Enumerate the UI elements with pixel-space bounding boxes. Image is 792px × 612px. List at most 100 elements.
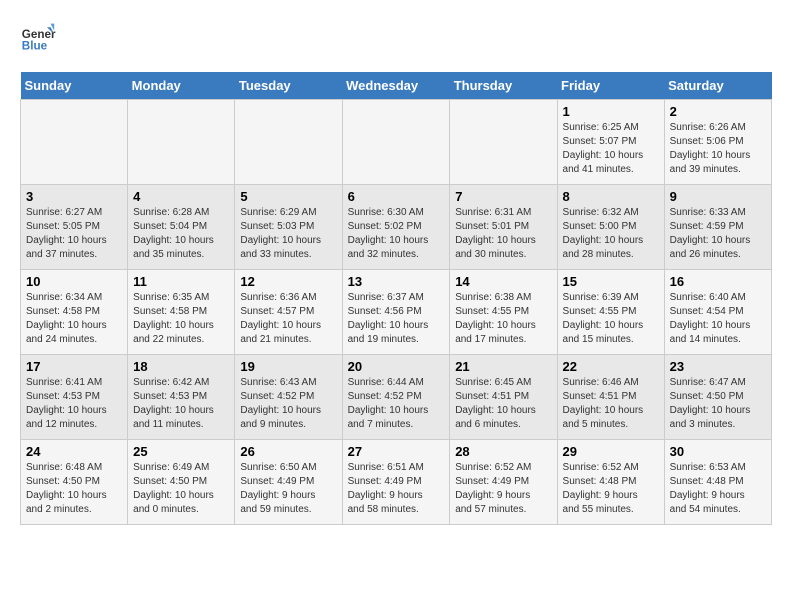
calendar-week-row: 17 Sunrise: 6:41 AM Sunset: 4:53 PM Dayli… — [21, 355, 772, 440]
calendar-cell: 20 Sunrise: 6:44 AM Sunset: 4:52 PM Dayli… — [342, 355, 450, 440]
logo: General Blue — [20, 20, 56, 56]
day-number: 18 — [133, 359, 229, 374]
day-number: 24 — [26, 444, 122, 459]
day-detail: Sunrise: 6:29 AM Sunset: 5:03 PM Dayligh… — [240, 206, 336, 262]
day-detail: Sunrise: 6:51 AM Sunset: 4:49 PM Dayligh… — [348, 461, 445, 517]
day-detail: Sunrise: 6:36 AM Sunset: 4:57 PM Dayligh… — [240, 291, 336, 347]
weekday-header-friday: Friday — [557, 72, 664, 100]
calendar-cell: 4 Sunrise: 6:28 AM Sunset: 5:04 PM Daylig… — [128, 185, 235, 270]
calendar-week-row: 1 Sunrise: 6:25 AM Sunset: 5:07 PM Daylig… — [21, 100, 772, 185]
day-number: 8 — [563, 189, 659, 204]
day-detail: Sunrise: 6:33 AM Sunset: 4:59 PM Dayligh… — [670, 206, 766, 262]
calendar-cell — [128, 100, 235, 185]
calendar-cell: 11 Sunrise: 6:35 AM Sunset: 4:58 PM Dayli… — [128, 270, 235, 355]
calendar-cell: 15Sunrise: 6:39 AM Sunset: 4:55 PM Dayli… — [557, 270, 664, 355]
day-detail: Sunrise: 6:46 AM Sunset: 4:51 PM Dayligh… — [563, 376, 659, 432]
day-number: 23 — [670, 359, 766, 374]
day-detail: Sunrise: 6:30 AM Sunset: 5:02 PM Dayligh… — [348, 206, 445, 262]
day-number: 20 — [348, 359, 445, 374]
day-number: 13 — [348, 274, 445, 289]
calendar-cell: 23 Sunrise: 6:47 AM Sunset: 4:50 PM Dayli… — [664, 355, 771, 440]
day-number: 3 — [26, 189, 122, 204]
day-number: 12 — [240, 274, 336, 289]
weekday-header-sunday: Sunday — [21, 72, 128, 100]
logo-icon: General Blue — [20, 20, 56, 56]
day-number: 7 — [455, 189, 551, 204]
weekday-header-monday: Monday — [128, 72, 235, 100]
day-number: 16 — [670, 274, 766, 289]
calendar-cell: 10 Sunrise: 6:34 AM Sunset: 4:58 PM Dayli… — [21, 270, 128, 355]
day-number: 27 — [348, 444, 445, 459]
calendar-table: SundayMondayTuesdayWednesdayThursdayFrid… — [20, 72, 772, 525]
day-detail: Sunrise: 6:47 AM Sunset: 4:50 PM Dayligh… — [670, 376, 766, 432]
day-detail: Sunrise: 6:38 AM Sunset: 4:55 PM Dayligh… — [455, 291, 551, 347]
calendar-cell: 25 Sunrise: 6:49 AM Sunset: 4:50 PM Dayli… — [128, 440, 235, 525]
calendar-cell: 16 Sunrise: 6:40 AM Sunset: 4:54 PM Dayli… — [664, 270, 771, 355]
calendar-cell — [21, 100, 128, 185]
day-number: 29 — [563, 444, 659, 459]
day-detail: Sunrise: 6:34 AM Sunset: 4:58 PM Dayligh… — [26, 291, 122, 347]
day-detail: Sunrise: 6:50 AM Sunset: 4:49 PM Dayligh… — [240, 461, 336, 517]
day-number: 1 — [563, 104, 659, 119]
day-detail: Sunrise: 6:44 AM Sunset: 4:52 PM Dayligh… — [348, 376, 445, 432]
day-number: 9 — [670, 189, 766, 204]
calendar-cell: 7 Sunrise: 6:31 AM Sunset: 5:01 PM Daylig… — [450, 185, 557, 270]
calendar-cell: 24 Sunrise: 6:48 AM Sunset: 4:50 PM Dayli… — [21, 440, 128, 525]
calendar-cell: 13 Sunrise: 6:37 AM Sunset: 4:56 PM Dayli… — [342, 270, 450, 355]
day-number: 30 — [670, 444, 766, 459]
day-number: 5 — [240, 189, 336, 204]
calendar-cell: 6Sunrise: 6:30 AM Sunset: 5:02 PM Daylig… — [342, 185, 450, 270]
day-number: 14 — [455, 274, 551, 289]
day-detail: Sunrise: 6:45 AM Sunset: 4:51 PM Dayligh… — [455, 376, 551, 432]
day-number: 25 — [133, 444, 229, 459]
calendar-week-row: 3 Sunrise: 6:27 AM Sunset: 5:05 PM Daylig… — [21, 185, 772, 270]
calendar-cell: 1 Sunrise: 6:25 AM Sunset: 5:07 PM Daylig… — [557, 100, 664, 185]
day-number: 2 — [670, 104, 766, 119]
calendar-cell: 3 Sunrise: 6:27 AM Sunset: 5:05 PM Daylig… — [21, 185, 128, 270]
day-number: 4 — [133, 189, 229, 204]
calendar-cell: 5 Sunrise: 6:29 AM Sunset: 5:03 PM Daylig… — [235, 185, 342, 270]
calendar-cell: 26 Sunrise: 6:50 AM Sunset: 4:49 PM Dayli… — [235, 440, 342, 525]
calendar-cell: 27 Sunrise: 6:51 AM Sunset: 4:49 PM Dayli… — [342, 440, 450, 525]
day-detail: Sunrise: 6:53 AM Sunset: 4:48 PM Dayligh… — [670, 461, 766, 517]
calendar-cell — [235, 100, 342, 185]
calendar-cell: 21 Sunrise: 6:45 AM Sunset: 4:51 PM Dayli… — [450, 355, 557, 440]
day-detail: Sunrise: 6:27 AM Sunset: 5:05 PM Dayligh… — [26, 206, 122, 262]
day-detail: Sunrise: 6:37 AM Sunset: 4:56 PM Dayligh… — [348, 291, 445, 347]
calendar-cell — [342, 100, 450, 185]
day-detail: Sunrise: 6:42 AM Sunset: 4:53 PM Dayligh… — [133, 376, 229, 432]
weekday-header-row: SundayMondayTuesdayWednesdayThursdayFrid… — [21, 72, 772, 100]
calendar-cell: 17 Sunrise: 6:41 AM Sunset: 4:53 PM Dayli… — [21, 355, 128, 440]
day-detail: Sunrise: 6:31 AM Sunset: 5:01 PM Dayligh… — [455, 206, 551, 262]
day-number: 11 — [133, 274, 229, 289]
weekday-header-tuesday: Tuesday — [235, 72, 342, 100]
calendar-cell: 30 Sunrise: 6:53 AM Sunset: 4:48 PM Dayli… — [664, 440, 771, 525]
calendar-week-row: 24 Sunrise: 6:48 AM Sunset: 4:50 PM Dayli… — [21, 440, 772, 525]
day-detail: Sunrise: 6:49 AM Sunset: 4:50 PM Dayligh… — [133, 461, 229, 517]
calendar-week-row: 10 Sunrise: 6:34 AM Sunset: 4:58 PM Dayli… — [21, 270, 772, 355]
calendar-cell: 28Sunrise: 6:52 AM Sunset: 4:49 PM Dayli… — [450, 440, 557, 525]
day-number: 21 — [455, 359, 551, 374]
day-number: 17 — [26, 359, 122, 374]
calendar-cell: 8 Sunrise: 6:32 AM Sunset: 5:00 PM Daylig… — [557, 185, 664, 270]
day-number: 19 — [240, 359, 336, 374]
day-detail: Sunrise: 6:48 AM Sunset: 4:50 PM Dayligh… — [26, 461, 122, 517]
svg-text:Blue: Blue — [22, 40, 48, 53]
calendar-cell: 14 Sunrise: 6:38 AM Sunset: 4:55 PM Dayli… — [450, 270, 557, 355]
weekday-header-saturday: Saturday — [664, 72, 771, 100]
day-detail: Sunrise: 6:41 AM Sunset: 4:53 PM Dayligh… — [26, 376, 122, 432]
day-detail: Sunrise: 6:39 AM Sunset: 4:55 PM Dayligh… — [563, 291, 659, 347]
calendar-cell: 29Sunrise: 6:52 AM Sunset: 4:48 PM Dayli… — [557, 440, 664, 525]
day-detail: Sunrise: 6:25 AM Sunset: 5:07 PM Dayligh… — [563, 121, 659, 177]
day-detail: Sunrise: 6:28 AM Sunset: 5:04 PM Dayligh… — [133, 206, 229, 262]
calendar-cell: 2Sunrise: 6:26 AM Sunset: 5:06 PM Daylig… — [664, 100, 771, 185]
weekday-header-wednesday: Wednesday — [342, 72, 450, 100]
day-detail: Sunrise: 6:35 AM Sunset: 4:58 PM Dayligh… — [133, 291, 229, 347]
day-detail: Sunrise: 6:32 AM Sunset: 5:00 PM Dayligh… — [563, 206, 659, 262]
day-number: 26 — [240, 444, 336, 459]
day-detail: Sunrise: 6:40 AM Sunset: 4:54 PM Dayligh… — [670, 291, 766, 347]
calendar-cell: 19Sunrise: 6:43 AM Sunset: 4:52 PM Dayli… — [235, 355, 342, 440]
day-detail: Sunrise: 6:52 AM Sunset: 4:49 PM Dayligh… — [455, 461, 551, 517]
calendar-cell: 9 Sunrise: 6:33 AM Sunset: 4:59 PM Daylig… — [664, 185, 771, 270]
day-number: 10 — [26, 274, 122, 289]
